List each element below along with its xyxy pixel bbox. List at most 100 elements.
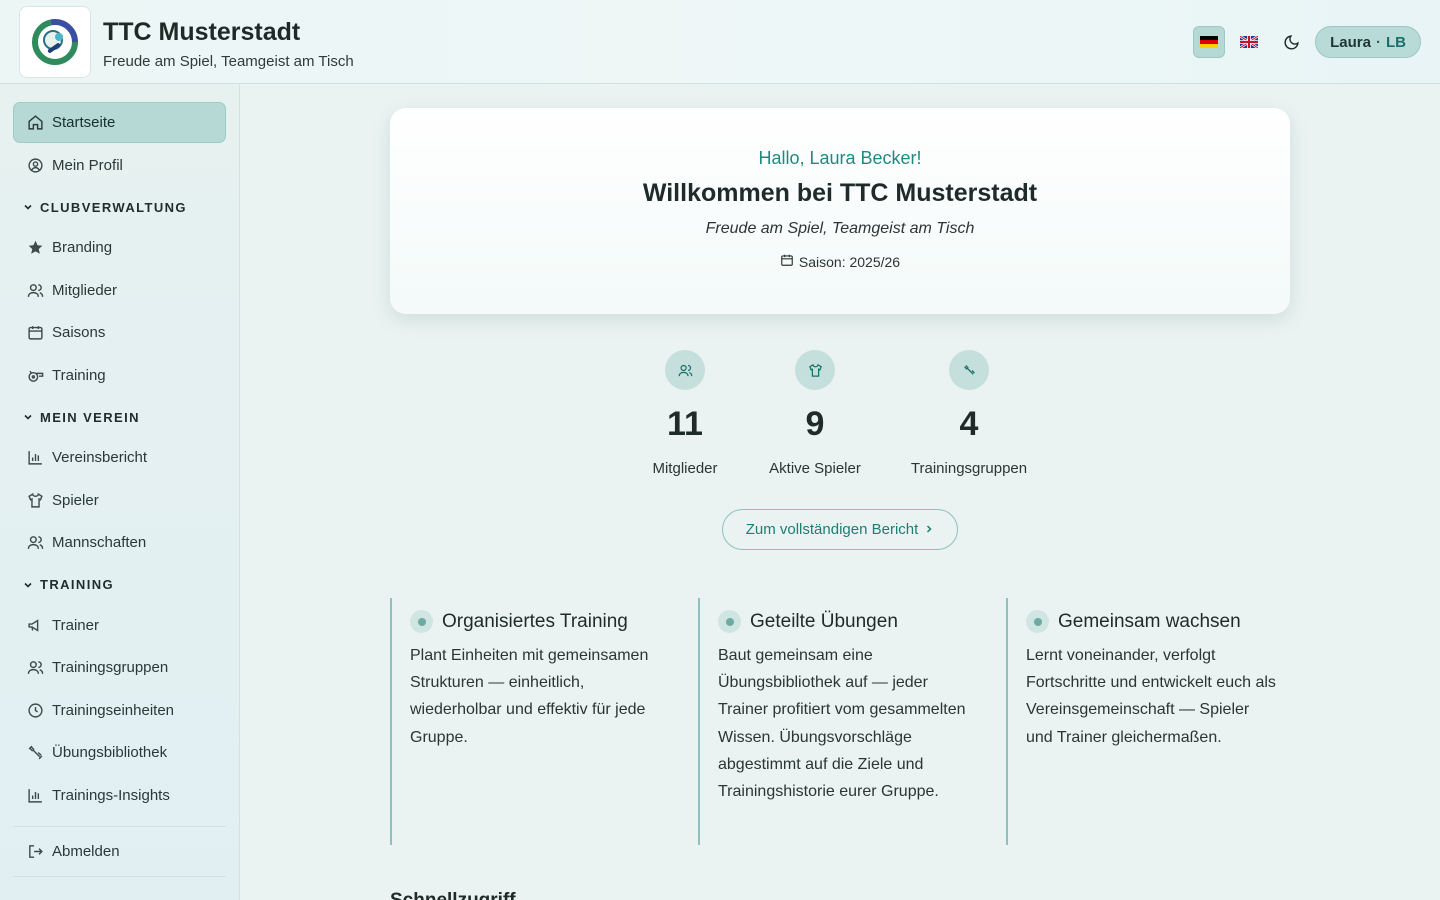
club-logo[interactable]	[19, 6, 91, 78]
chevron-down-icon	[23, 202, 35, 212]
sidebar-item-label: Training	[52, 366, 106, 384]
megaphone-icon	[26, 616, 44, 634]
sidebar-item-label: Übungsbibliothek	[52, 744, 168, 761]
feature-dot-icon	[410, 610, 433, 633]
sidebar-item-training[interactable]: Training	[13, 355, 226, 396]
chevron-right-icon	[924, 521, 934, 538]
clock-icon	[26, 701, 44, 719]
sidebar: Startseite Mein Profil CLUBVERWALTUNG Br…	[0, 84, 240, 900]
sidebar-item-trainer[interactable]: Trainer	[13, 605, 226, 646]
feature-title: Gemeinsam wachsen	[1058, 610, 1241, 632]
section-title: CLUBVERWALTUNG	[40, 199, 187, 215]
feature-dot-icon	[1026, 610, 1049, 633]
stat-value: 9	[805, 405, 825, 443]
sidebar-item-startseite[interactable]: Startseite	[13, 102, 226, 143]
sidebar-item-label: Vereinsbericht	[52, 449, 148, 466]
app-header: TTC Musterstadt Freude am Spiel, Teamgei…	[0, 0, 1440, 84]
dumbbell-icon	[26, 744, 44, 762]
user-first-name: Laura	[1330, 33, 1371, 51]
feature-organized-training: Organisiertes Training Plant Einheiten m…	[390, 598, 690, 845]
feature-text: Lernt voneinander, verfolgt Fortschritte…	[1026, 647, 1276, 746]
feature-dot-icon	[718, 610, 741, 633]
sidebar-item-uebungsbibliothek[interactable]: Übungsbibliothek	[13, 732, 226, 773]
users-icon	[26, 534, 44, 552]
sidebar-item-label: Trainingseinheiten	[52, 701, 175, 719]
dumbbell-icon	[949, 350, 989, 390]
sidebar-item-mannschaften[interactable]: Mannschaften	[13, 522, 226, 563]
sidebar-item-label: Saisons	[52, 324, 106, 341]
feature-text: Plant Einheiten mit gemeinsamen Struktur…	[410, 647, 649, 746]
stat-label: Trainingsgruppen	[910, 460, 1028, 477]
full-report-button[interactable]: Zum vollständigen Bericht	[722, 509, 958, 550]
user-initials: LB	[1386, 33, 1406, 51]
stat-label: Mitglieder	[652, 460, 718, 477]
chevron-down-icon	[23, 580, 35, 590]
season-info: Saison: 2025/26	[390, 253, 1290, 270]
stat-value: 11	[667, 405, 703, 443]
moon-icon	[1284, 34, 1299, 49]
users-icon	[26, 659, 44, 677]
feature-grow-together: Gemeinsam wachsen Lernt voneinander, ver…	[1006, 598, 1306, 845]
shirt-icon	[26, 491, 44, 509]
full-report-label: Zum vollständigen Bericht	[745, 521, 919, 538]
theme-toggle-button[interactable]	[1275, 26, 1307, 58]
shirt-icon	[795, 350, 835, 390]
sidebar-item-trainingsgruppen[interactable]: Trainingsgruppen	[13, 647, 226, 688]
club-name: TTC Musterstadt	[103, 18, 301, 46]
sidebar-divider	[13, 875, 226, 877]
sidebar-item-mein-profil[interactable]: Mein Profil	[13, 145, 226, 186]
logout-button[interactable]: Abmelden	[13, 831, 226, 872]
section-header-mein-verein[interactable]: MEIN VEREIN	[13, 397, 226, 437]
club-motto: Freude am Spiel, Teamgeist am Tisch	[103, 53, 354, 70]
sidebar-item-vereinsbericht[interactable]: Vereinsbericht	[13, 437, 226, 478]
section-header-training[interactable]: TRAINING	[13, 565, 226, 605]
language-de-button[interactable]	[1193, 26, 1226, 58]
home-icon	[26, 114, 44, 132]
sidebar-item-label: Spieler	[52, 491, 99, 509]
calendar-icon	[26, 324, 44, 342]
user-separator: ·	[1376, 33, 1381, 51]
uk-flag-icon	[1240, 36, 1259, 48]
stat-aktive-spieler: 9 Aktive Spieler	[760, 350, 870, 477]
user-menu-button[interactable]: Laura · LB	[1315, 26, 1421, 58]
stat-label: Aktive Spieler	[769, 460, 861, 477]
quick-access-heading: Schnellzugriff	[390, 890, 516, 900]
sidebar-item-label: Abmelden	[52, 842, 120, 860]
sidebar-item-spieler[interactable]: Spieler	[13, 480, 226, 521]
main-content: Hallo, Laura Becker! Willkommen bei TTC …	[240, 84, 1440, 900]
bar-chart-icon	[26, 786, 44, 804]
sidebar-item-label: Mannschaften	[52, 534, 147, 551]
sidebar-item-saisons[interactable]: Saisons	[13, 312, 226, 353]
welcome-card: Hallo, Laura Becker! Willkommen bei TTC …	[390, 108, 1290, 314]
greeting: Hallo, Laura Becker!	[758, 148, 922, 168]
section-header-clubverwaltung[interactable]: CLUBVERWALTUNG	[13, 187, 226, 227]
sidebar-item-branding[interactable]: Branding	[13, 227, 226, 268]
sidebar-item-mitglieder[interactable]: Mitglieder	[13, 270, 226, 311]
sidebar-item-label: Trainings-Insights	[52, 786, 170, 804]
feature-title: Organisiertes Training	[442, 610, 628, 632]
sidebar-item-trainings-insights[interactable]: Trainings-Insights	[13, 775, 226, 816]
chevron-down-icon	[23, 412, 35, 422]
star-icon	[26, 239, 44, 257]
sidebar-item-label: Trainer	[52, 616, 99, 634]
german-flag-icon	[1200, 36, 1219, 48]
language-en-button[interactable]	[1233, 26, 1265, 58]
bar-chart-icon	[26, 449, 44, 467]
user-circle-icon	[26, 156, 44, 174]
sidebar-item-label: Mein Profil	[52, 156, 123, 174]
logout-icon	[26, 842, 44, 860]
feature-shared-exercises: Geteilte Übungen Baut gemeinsam eine Übu…	[698, 598, 998, 845]
sidebar-divider	[13, 825, 226, 827]
calendar-icon	[780, 253, 794, 270]
feature-text: Baut gemeinsam eine Übungsbibliothek auf…	[718, 647, 966, 801]
section-title: MEIN VEREIN	[40, 409, 140, 425]
section-title: TRAINING	[40, 577, 115, 592]
users-icon	[665, 350, 705, 390]
stat-value: 4	[959, 405, 979, 443]
sidebar-item-label: Trainingsgruppen	[52, 659, 169, 676]
season-label: Saison: 2025/26	[798, 253, 901, 270]
stat-trainingsgruppen: 4 Trainingsgruppen	[904, 350, 1034, 477]
sidebar-item-trainingseinheiten[interactable]: Trainingseinheiten	[13, 690, 226, 731]
club-logo-icon	[32, 19, 78, 65]
stat-mitglieder: 11 Mitglieder	[645, 350, 725, 477]
